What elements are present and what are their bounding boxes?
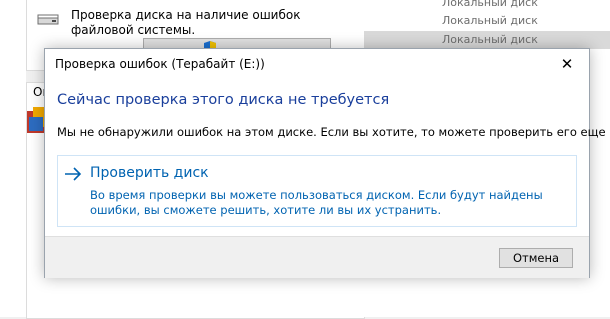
list-item[interactable]: Локальный диск [364, 12, 610, 30]
background-left-pane [0, 0, 27, 317]
scan-drive-description: Во время проверки вы можете пользоваться… [90, 188, 543, 217]
scan-drive-title: Проверить диск [90, 165, 209, 181]
arrow-right-icon [65, 167, 82, 181]
dialog-footer: Отмена [45, 236, 589, 278]
drive-icon [37, 14, 59, 25]
close-icon: ✕ [560, 55, 574, 73]
cancel-button[interactable]: Отмена [499, 248, 573, 268]
close-button[interactable]: ✕ [545, 49, 589, 79]
error-check-description: Проверка диска на наличие ошибок файлово… [71, 8, 301, 37]
list-item-selected[interactable]: Локальный диск [364, 31, 610, 49]
list-item[interactable]: Локальный диск [364, 0, 610, 12]
dialog-message: Мы не обнаружили ошибок на этом диске. Е… [57, 125, 610, 139]
scan-drive-option[interactable]: Проверить диск Во время проверки вы може… [57, 155, 577, 227]
dialog-title: Проверка ошибок (Терабайт (E:)) [55, 57, 265, 71]
dialog-titlebar: Проверка ошибок (Терабайт (E:)) ✕ [45, 49, 589, 79]
error-check-dialog: Проверка ошибок (Терабайт (E:)) ✕ Сейчас… [44, 48, 610, 278]
dialog-heading: Сейчас проверка этого диска не требуется [57, 92, 390, 108]
